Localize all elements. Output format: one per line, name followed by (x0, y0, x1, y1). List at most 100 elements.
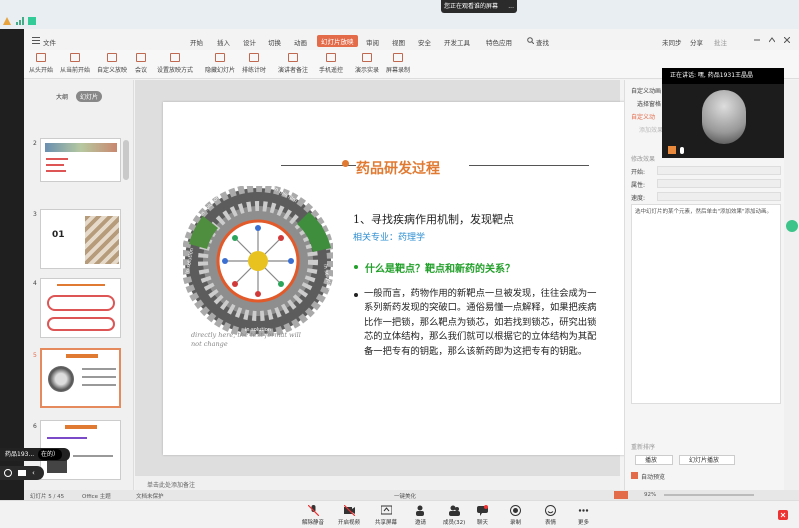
custom-anim-label: 自定义动 (631, 114, 656, 121)
slide-title[interactable]: 药品研发过程 (356, 158, 440, 178)
record-button[interactable]: 录制 (510, 505, 521, 526)
floating-toolbar[interactable]: ‹ (0, 466, 44, 480)
autopreview-checkbox[interactable] (631, 472, 638, 479)
setup-icon (170, 53, 180, 62)
speaker-video-feed (702, 90, 746, 144)
more-icon[interactable]: ... (508, 0, 514, 13)
zoom-slider[interactable] (664, 494, 754, 496)
thumb-number-label: 01 (52, 230, 65, 240)
speaker-notes-button[interactable]: 演讲者备注 (278, 53, 308, 74)
batch-label[interactable]: 批注 (714, 37, 727, 47)
tab-developer[interactable]: 开发工具 (444, 37, 470, 47)
invite-icon (416, 505, 424, 516)
search-label[interactable]: 查找 (536, 37, 549, 47)
play-from-start-button[interactable]: 从头开始 (29, 53, 53, 74)
slide-thumbnail[interactable]: 01 (40, 209, 121, 269)
tab-insert[interactable]: 插入 (217, 37, 230, 47)
tab-review[interactable]: 审阅 (366, 37, 379, 47)
tab-animation[interactable]: 动画 (294, 37, 307, 47)
tab-featured[interactable]: 特色应用 (486, 37, 512, 47)
slideshow-button[interactable]: 幻灯片播放 (679, 455, 735, 465)
chat-icon[interactable] (18, 470, 26, 476)
rehearse-timing-button[interactable]: 排练计时 (242, 53, 266, 74)
phone-remote-button[interactable]: 手机遥控 (319, 53, 343, 74)
tab-view[interactable]: 视图 (392, 37, 405, 47)
start-select[interactable] (657, 166, 781, 175)
tab-design[interactable]: 设计 (243, 37, 256, 47)
members-button[interactable]: 成员(32) (443, 505, 465, 526)
minimize-icon[interactable] (754, 37, 760, 43)
chevron-up-icon[interactable] (769, 37, 775, 43)
close-icon[interactable] (784, 37, 790, 43)
screen-share-banner[interactable]: 您正在观看谁的屏幕 ... (441, 0, 517, 13)
thumb-scrollbar[interactable] (123, 140, 129, 180)
setup-show-button[interactable]: 设置放映方式 (157, 53, 193, 74)
slide-heading[interactable]: 1、寻找疾病作用机制，发现靶点 (353, 211, 514, 227)
emoji-icon[interactable] (4, 469, 12, 477)
hide-slide-icon (215, 53, 225, 62)
more-button[interactable]: 更多 (578, 505, 589, 526)
select-pane-link[interactable]: 选择窗格 (637, 99, 661, 108)
animation-list[interactable]: 选中幻灯片的某个元素，然后单击"添加效果"添加动画。 (631, 204, 781, 404)
search-icon[interactable] (527, 37, 534, 44)
beautify-button[interactable]: 一键美化 (394, 492, 416, 500)
play-button[interactable]: 播放 (635, 455, 673, 465)
slide-question[interactable]: 什么是靶点？靶点和新药的关系？ (365, 260, 515, 275)
tab-slides[interactable]: 幻灯片 (76, 91, 103, 102)
speed-select[interactable] (657, 192, 781, 201)
presenter-chip[interactable]: 药品193... 在的） (0, 448, 70, 461)
camera-off-icon (343, 505, 355, 516)
speed-label: 速度: (631, 195, 646, 202)
tab-security[interactable]: 安全 (418, 37, 431, 47)
slideshow-play-icon[interactable] (614, 491, 628, 499)
meeting-button[interactable]: 会议 (135, 53, 147, 74)
reorder-label: 重新排序 (631, 444, 656, 451)
zoom-level[interactable]: 92% (644, 492, 656, 498)
share-screen-icon (380, 505, 392, 515)
assistant-icon[interactable] (786, 220, 798, 232)
slide-number: 6 (33, 423, 37, 430)
custom-show-button[interactable]: 自定义放映 (97, 53, 127, 74)
record-demo-button[interactable]: 演示实录 (355, 53, 379, 74)
speaker-video-window[interactable]: 正在讲话: 嘿, 药品1931王晶晶 (662, 68, 784, 158)
invite-button[interactable]: 邀请 (415, 505, 426, 526)
screen-record-button[interactable]: 屏幕录制 (386, 53, 410, 74)
share-button[interactable]: 分享 (690, 37, 703, 47)
slide-thumbnail[interactable] (40, 138, 121, 182)
ribbon-label: 会议 (135, 67, 148, 74)
tab-slideshow[interactable]: 幻灯片放映 (317, 35, 358, 47)
thumb-line (46, 170, 66, 172)
ribbon-label: 演讲者备注 (278, 67, 309, 74)
title-divider-right (469, 165, 589, 166)
tab-transition[interactable]: 切换 (268, 37, 281, 47)
share-screen-button[interactable]: 共享屏幕 (375, 505, 397, 526)
tab-outline[interactable]: 大纲 (52, 91, 72, 102)
play-from-current-button[interactable]: 从当前开始 (60, 53, 90, 74)
hamburger-icon[interactable] (32, 37, 40, 44)
doc-protection[interactable]: 文档未保护 (136, 492, 164, 500)
reactions-button[interactable]: 表情 (545, 505, 556, 526)
slide-thumbnail[interactable] (40, 278, 121, 338)
property-select[interactable] (657, 179, 781, 188)
chat-button[interactable]: 聊天 (477, 505, 488, 526)
add-effect-button[interactable]: 添加效果 (639, 125, 663, 134)
current-slide[interactable]: 药品研发过程 in solution in this film in templ… (163, 102, 633, 455)
thumb-photo (85, 216, 119, 264)
title-dot (342, 160, 349, 167)
modify-effect-label: 修改效果 (631, 156, 656, 163)
slide-subheading[interactable]: 相关专业：药理学 (353, 230, 425, 243)
chat-bubble-icon (477, 505, 488, 516)
slide-thumbnail-selected[interactable] (40, 348, 121, 408)
control-label: 聊天 (477, 520, 489, 526)
tab-home[interactable]: 开始 (190, 37, 203, 47)
menu-file[interactable]: 文件 (43, 37, 56, 47)
notes-area[interactable]: 单击此处添加备注 (135, 475, 620, 490)
hide-slide-button[interactable]: 隐藏幻灯片 (205, 53, 235, 74)
unmute-button[interactable]: 解除静音 (302, 505, 324, 526)
chevron-left-icon[interactable]: ‹ (32, 469, 35, 477)
start-video-button[interactable]: 开启视频 (338, 505, 360, 526)
sync-status[interactable]: 未同步 (662, 37, 682, 47)
slide-body-text[interactable]: 一般而言，药物作用的新靶点一旦被发现，往往会成为一系列新药发现的突破口。通俗易懂… (364, 287, 602, 359)
leave-meeting-icon[interactable] (778, 510, 788, 520)
thumb-title-bar (65, 425, 97, 429)
